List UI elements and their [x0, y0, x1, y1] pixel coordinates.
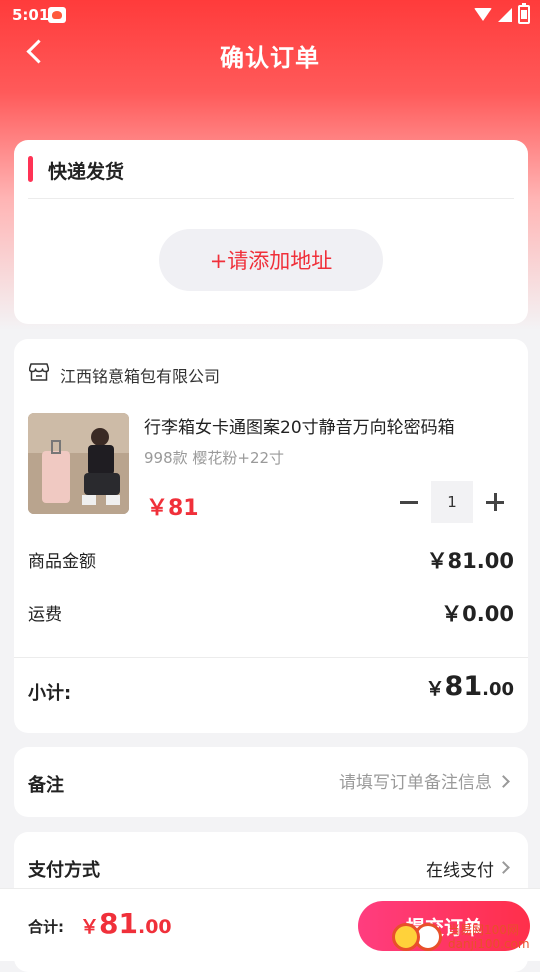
- order-card: 江西铭意箱包有限公司 行李箱女卡通图案20寸静音万向轮密码箱 998款 樱花粉+…: [14, 339, 528, 733]
- divider: [28, 198, 514, 199]
- product-price: ￥81: [146, 496, 199, 521]
- product-spec: 998款 樱花粉+22寸: [144, 449, 285, 467]
- page-title: 确认订单: [220, 44, 320, 72]
- total-currency: ￥: [80, 916, 100, 938]
- remarks-label: 备注: [28, 775, 64, 796]
- subtotal-currency: ￥: [425, 678, 445, 700]
- shipping-fee-value: ￥0.00: [441, 602, 514, 626]
- total-label: 合计:: [28, 918, 64, 936]
- goods-amount-label: 商品金额: [28, 552, 96, 572]
- subtotal-decimal: .00: [482, 679, 514, 700]
- remarks-input[interactable]: [230, 768, 494, 798]
- total-value: ￥81.00: [80, 907, 172, 940]
- system-icons: [474, 3, 530, 24]
- quantity-stepper: 1: [394, 481, 510, 523]
- product-name[interactable]: 行李箱女卡通图案20寸静音万向轮密码箱: [144, 413, 504, 438]
- chevron-right-icon: [497, 775, 510, 788]
- shipping-title: 快递发货: [48, 161, 125, 183]
- chevron-right-icon: [497, 861, 510, 874]
- increase-quantity-button[interactable]: [480, 481, 510, 523]
- subtotal-label: 小计:: [28, 683, 72, 704]
- status-time: 5:01: [12, 6, 50, 24]
- watermark-logo-icon: [392, 923, 420, 951]
- shipping-card: 快递发货 +请添加地址: [14, 140, 528, 324]
- total-decimal: .00: [137, 916, 172, 938]
- nav-bar: 确认订单: [0, 30, 540, 76]
- decrease-quantity-button[interactable]: [394, 481, 424, 523]
- signal-icon: [498, 7, 512, 22]
- divider: [14, 657, 528, 658]
- watermark: 当易网100网 danji100.com: [392, 918, 530, 956]
- store-icon: [29, 363, 49, 381]
- app-notification-icon: [48, 7, 66, 23]
- payment-method-value[interactable]: 在线支付: [426, 856, 494, 881]
- section-accent-bar: [28, 156, 33, 182]
- shipping-fee-label: 运费: [28, 605, 62, 625]
- subtotal-value: ￥81.00: [426, 671, 514, 702]
- wifi-icon: [474, 8, 492, 21]
- goods-amount-value: ￥81.00: [426, 549, 514, 573]
- battery-icon: [518, 3, 530, 24]
- quantity-value[interactable]: 1: [431, 481, 473, 523]
- add-address-button[interactable]: +请添加地址: [159, 229, 383, 291]
- product-image[interactable]: [28, 413, 129, 514]
- shop-name: 江西铭意箱包有限公司: [60, 367, 221, 386]
- watermark-text: 当易网100网 danji100.com: [448, 923, 530, 951]
- remarks-card: 备注: [14, 747, 528, 817]
- total-integer: 81: [99, 907, 138, 940]
- subtotal-integer: 81: [444, 671, 483, 702]
- status-bar: 5:01: [0, 0, 540, 30]
- payment-method-label: 支付方式: [28, 860, 100, 881]
